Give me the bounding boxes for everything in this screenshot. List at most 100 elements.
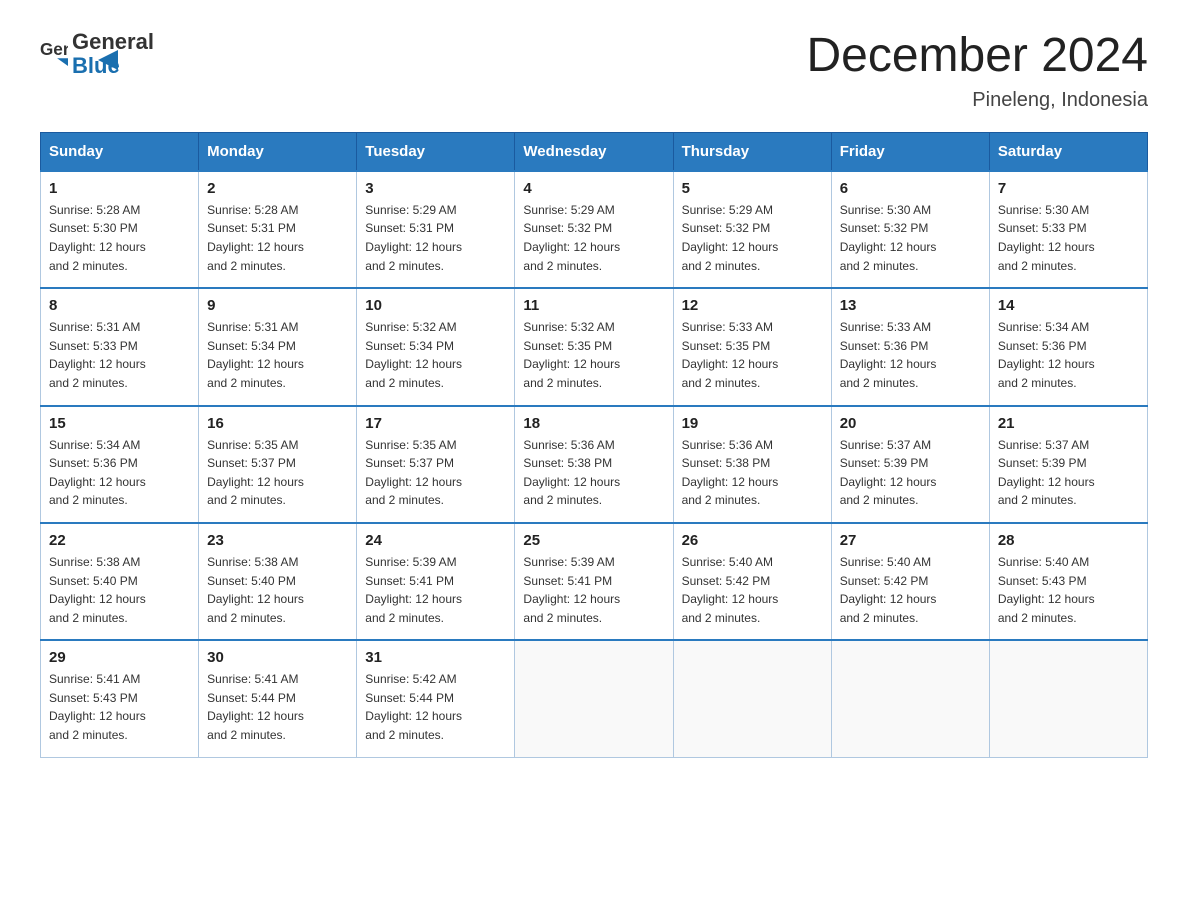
day-number: 4: [523, 180, 664, 197]
calendar-header: SundayMondayTuesdayWednesdayThursdayFrid…: [41, 132, 1148, 171]
calendar-cell: 5 Sunrise: 5:29 AMSunset: 5:32 PMDayligh…: [673, 171, 831, 288]
day-number: 24: [365, 532, 506, 549]
day-info: Sunrise: 5:35 AMSunset: 5:37 PMDaylight:…: [365, 438, 462, 508]
calendar-cell: 10 Sunrise: 5:32 AMSunset: 5:34 PMDaylig…: [357, 288, 515, 405]
calendar-cell: [989, 640, 1147, 757]
day-number: 20: [840, 415, 981, 432]
day-number: 22: [49, 532, 190, 549]
calendar-cell: 9 Sunrise: 5:31 AMSunset: 5:34 PMDayligh…: [199, 288, 357, 405]
svg-text:General: General: [40, 40, 68, 59]
day-number: 11: [523, 297, 664, 314]
day-number: 14: [998, 297, 1139, 314]
day-info: Sunrise: 5:34 AMSunset: 5:36 PMDaylight:…: [998, 320, 1095, 390]
day-number: 18: [523, 415, 664, 432]
day-info: Sunrise: 5:38 AMSunset: 5:40 PMDaylight:…: [207, 555, 304, 625]
day-info: Sunrise: 5:31 AMSunset: 5:33 PMDaylight:…: [49, 320, 146, 390]
calendar-cell: [673, 640, 831, 757]
day-number: 30: [207, 649, 348, 666]
day-number: 8: [49, 297, 190, 314]
header-day-sunday: Sunday: [41, 132, 199, 171]
calendar-cell: 22 Sunrise: 5:38 AMSunset: 5:40 PMDaylig…: [41, 523, 199, 640]
logo-icon: General: [40, 38, 68, 71]
calendar-cell: 26 Sunrise: 5:40 AMSunset: 5:42 PMDaylig…: [673, 523, 831, 640]
calendar-cell: 23 Sunrise: 5:38 AMSunset: 5:40 PMDaylig…: [199, 523, 357, 640]
day-number: 27: [840, 532, 981, 549]
day-number: 23: [207, 532, 348, 549]
header-row: SundayMondayTuesdayWednesdayThursdayFrid…: [41, 132, 1148, 171]
day-number: 15: [49, 415, 190, 432]
day-info: Sunrise: 5:35 AMSunset: 5:37 PMDaylight:…: [207, 438, 304, 508]
day-number: 12: [682, 297, 823, 314]
calendar-cell: 24 Sunrise: 5:39 AMSunset: 5:41 PMDaylig…: [357, 523, 515, 640]
calendar-cell: 20 Sunrise: 5:37 AMSunset: 5:39 PMDaylig…: [831, 406, 989, 523]
calendar-title: December 2024: [806, 30, 1148, 83]
day-info: Sunrise: 5:31 AMSunset: 5:34 PMDaylight:…: [207, 320, 304, 390]
day-info: Sunrise: 5:42 AMSunset: 5:44 PMDaylight:…: [365, 672, 462, 742]
calendar-cell: 17 Sunrise: 5:35 AMSunset: 5:37 PMDaylig…: [357, 406, 515, 523]
calendar-cell: 15 Sunrise: 5:34 AMSunset: 5:36 PMDaylig…: [41, 406, 199, 523]
day-info: Sunrise: 5:37 AMSunset: 5:39 PMDaylight:…: [840, 438, 937, 508]
day-info: Sunrise: 5:33 AMSunset: 5:35 PMDaylight:…: [682, 320, 779, 390]
calendar-cell: 8 Sunrise: 5:31 AMSunset: 5:33 PMDayligh…: [41, 288, 199, 405]
calendar-cell: 16 Sunrise: 5:35 AMSunset: 5:37 PMDaylig…: [199, 406, 357, 523]
day-number: 25: [523, 532, 664, 549]
calendar-cell: 21 Sunrise: 5:37 AMSunset: 5:39 PMDaylig…: [989, 406, 1147, 523]
day-number: 2: [207, 180, 348, 197]
day-info: Sunrise: 5:39 AMSunset: 5:41 PMDaylight:…: [523, 555, 620, 625]
calendar-cell: 27 Sunrise: 5:40 AMSunset: 5:42 PMDaylig…: [831, 523, 989, 640]
day-info: Sunrise: 5:29 AMSunset: 5:32 PMDaylight:…: [523, 203, 620, 273]
calendar-cell: 18 Sunrise: 5:36 AMSunset: 5:38 PMDaylig…: [515, 406, 673, 523]
day-number: 7: [998, 180, 1139, 197]
calendar-cell: 1 Sunrise: 5:28 AMSunset: 5:30 PMDayligh…: [41, 171, 199, 288]
week-row-5: 29 Sunrise: 5:41 AMSunset: 5:43 PMDaylig…: [41, 640, 1148, 757]
day-number: 10: [365, 297, 506, 314]
day-number: 28: [998, 532, 1139, 549]
day-number: 21: [998, 415, 1139, 432]
day-info: Sunrise: 5:30 AMSunset: 5:32 PMDaylight:…: [840, 203, 937, 273]
calendar-cell: 25 Sunrise: 5:39 AMSunset: 5:41 PMDaylig…: [515, 523, 673, 640]
logo-triangle-icon: [98, 50, 118, 70]
day-info: Sunrise: 5:28 AMSunset: 5:30 PMDaylight:…: [49, 203, 146, 273]
calendar-cell: 7 Sunrise: 5:30 AMSunset: 5:33 PMDayligh…: [989, 171, 1147, 288]
day-number: 26: [682, 532, 823, 549]
week-row-4: 22 Sunrise: 5:38 AMSunset: 5:40 PMDaylig…: [41, 523, 1148, 640]
day-info: Sunrise: 5:39 AMSunset: 5:41 PMDaylight:…: [365, 555, 462, 625]
day-info: Sunrise: 5:38 AMSunset: 5:40 PMDaylight:…: [49, 555, 146, 625]
calendar-cell: 19 Sunrise: 5:36 AMSunset: 5:38 PMDaylig…: [673, 406, 831, 523]
header-day-tuesday: Tuesday: [357, 132, 515, 171]
day-info: Sunrise: 5:41 AMSunset: 5:44 PMDaylight:…: [207, 672, 304, 742]
day-info: Sunrise: 5:40 AMSunset: 5:42 PMDaylight:…: [840, 555, 937, 625]
day-number: 19: [682, 415, 823, 432]
calendar-cell: [831, 640, 989, 757]
day-number: 17: [365, 415, 506, 432]
day-info: Sunrise: 5:29 AMSunset: 5:31 PMDaylight:…: [365, 203, 462, 273]
day-number: 13: [840, 297, 981, 314]
week-row-3: 15 Sunrise: 5:34 AMSunset: 5:36 PMDaylig…: [41, 406, 1148, 523]
calendar-cell: 11 Sunrise: 5:32 AMSunset: 5:35 PMDaylig…: [515, 288, 673, 405]
day-number: 29: [49, 649, 190, 666]
calendar-cell: 30 Sunrise: 5:41 AMSunset: 5:44 PMDaylig…: [199, 640, 357, 757]
week-row-2: 8 Sunrise: 5:31 AMSunset: 5:33 PMDayligh…: [41, 288, 1148, 405]
day-info: Sunrise: 5:36 AMSunset: 5:38 PMDaylight:…: [682, 438, 779, 508]
day-number: 6: [840, 180, 981, 197]
calendar-cell: 12 Sunrise: 5:33 AMSunset: 5:35 PMDaylig…: [673, 288, 831, 405]
day-info: Sunrise: 5:34 AMSunset: 5:36 PMDaylight:…: [49, 438, 146, 508]
day-info: Sunrise: 5:36 AMSunset: 5:38 PMDaylight:…: [523, 438, 620, 508]
day-info: Sunrise: 5:33 AMSunset: 5:36 PMDaylight:…: [840, 320, 937, 390]
calendar-cell: 31 Sunrise: 5:42 AMSunset: 5:44 PMDaylig…: [357, 640, 515, 757]
calendar-cell: 29 Sunrise: 5:41 AMSunset: 5:43 PMDaylig…: [41, 640, 199, 757]
day-number: 3: [365, 180, 506, 197]
day-info: Sunrise: 5:37 AMSunset: 5:39 PMDaylight:…: [998, 438, 1095, 508]
header-day-saturday: Saturday: [989, 132, 1147, 171]
header-day-friday: Friday: [831, 132, 989, 171]
calendar-subtitle: Pineleng, Indonesia: [806, 89, 1148, 112]
day-number: 5: [682, 180, 823, 197]
day-info: Sunrise: 5:28 AMSunset: 5:31 PMDaylight:…: [207, 203, 304, 273]
day-info: Sunrise: 5:29 AMSunset: 5:32 PMDaylight:…: [682, 203, 779, 273]
calendar-cell: 28 Sunrise: 5:40 AMSunset: 5:43 PMDaylig…: [989, 523, 1147, 640]
calendar-cell: 13 Sunrise: 5:33 AMSunset: 5:36 PMDaylig…: [831, 288, 989, 405]
header-day-monday: Monday: [199, 132, 357, 171]
calendar-cell: 3 Sunrise: 5:29 AMSunset: 5:31 PMDayligh…: [357, 171, 515, 288]
week-row-1: 1 Sunrise: 5:28 AMSunset: 5:30 PMDayligh…: [41, 171, 1148, 288]
calendar-cell: 14 Sunrise: 5:34 AMSunset: 5:36 PMDaylig…: [989, 288, 1147, 405]
